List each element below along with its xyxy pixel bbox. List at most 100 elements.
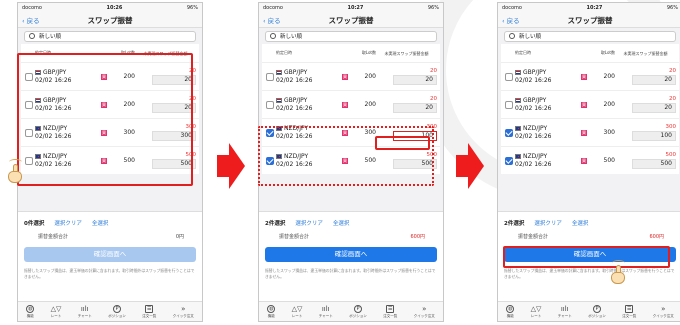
tab-item[interactable]: P ポジション: [588, 304, 606, 319]
tab-label: 機能: [267, 313, 275, 318]
transfer-amount-input[interactable]: 500: [393, 159, 437, 169]
position-row[interactable]: NZD/JPY 02/02 16:26 買 500 500 500: [262, 146, 440, 174]
position-row[interactable]: GBP/JPY 02/02 16:26 買 200 20 20: [21, 62, 199, 90]
page-title: スワップ振替: [328, 15, 374, 25]
tab-item[interactable]: P ポジション: [349, 304, 367, 319]
position-row[interactable]: NZD/JPY 02/02 16:26 買 500 500 500: [501, 146, 679, 174]
transfer-amount-input[interactable]: 20: [632, 75, 676, 85]
pair-cell: NZD/JPY 02/02 16:26: [515, 153, 575, 169]
transfer-amount-input[interactable]: 20: [152, 75, 196, 85]
unrealized-swap: 500: [185, 152, 197, 158]
position-row[interactable]: NZD/JPY 02/02 16:26 買 300 300 300: [21, 118, 199, 146]
row-checkbox[interactable]: [505, 72, 513, 81]
transfer-amount-input[interactable]: 20: [393, 103, 437, 113]
nav-bar: ‹ 戻る スワップ振替: [18, 13, 202, 28]
transfer-amount-input[interactable]: 20: [152, 103, 196, 113]
row-checkbox[interactable]: [266, 128, 274, 137]
transfer-amount-input[interactable]: 100: [393, 131, 437, 141]
tab-item[interactable]: ıılı チャート: [319, 305, 333, 319]
confirm-button[interactable]: 確認画面へ: [265, 247, 437, 262]
select-clear-link[interactable]: 選択クリア: [54, 219, 82, 227]
buy-badge: 買: [101, 73, 107, 80]
tab-label: チャート: [557, 313, 572, 318]
pair-name: NZD/JPY: [523, 152, 548, 160]
globe-icon: ◍: [267, 304, 276, 313]
unrealized-swap: 20: [189, 68, 196, 74]
position-row[interactable]: NZD/JPY 02/02 16:26 買 500 500 500: [21, 146, 199, 174]
confirm-button[interactable]: 確認画面へ: [504, 247, 676, 262]
position-row[interactable]: GBP/JPY 02/02 16:26 買 200 20 20: [501, 90, 679, 118]
total-label: 振替金額合計: [38, 234, 69, 240]
clock: 10:26: [106, 5, 123, 11]
select-clear-link[interactable]: 選択クリア: [295, 219, 323, 227]
tab-item[interactable]: ◍ 機能: [267, 304, 276, 319]
sort-select[interactable]: 新しい順: [24, 30, 196, 42]
position-row[interactable]: NZD/JPY 02/02 16:26 買 300 300 100: [262, 118, 440, 146]
nz-flag-icon: [35, 126, 41, 131]
position-row[interactable]: NZD/JPY 02/02 16:26 買 300 300 100: [501, 118, 679, 146]
gb-flag-icon: [515, 70, 521, 75]
sort-label: 新しい順: [519, 34, 542, 40]
row-checkbox[interactable]: [266, 72, 274, 81]
row-checkbox[interactable]: [25, 100, 33, 109]
row-checkbox[interactable]: [25, 156, 33, 165]
transfer-amount-input[interactable]: 100: [632, 131, 676, 141]
tab-item[interactable]: » クイック注文: [414, 305, 435, 319]
status-bar: docomo 10:27 96%: [259, 3, 443, 13]
select-all-link[interactable]: 全選択: [572, 219, 589, 227]
row-checkbox[interactable]: [266, 100, 274, 109]
row-checkbox[interactable]: [25, 128, 33, 137]
unrealized-swap: 300: [426, 124, 438, 130]
gb-flag-icon: [35, 70, 41, 75]
position-row[interactable]: GBP/JPY 02/02 16:26 買 200 20 20: [262, 62, 440, 90]
tab-item[interactable]: ıılı チャート: [558, 305, 572, 319]
tab-item[interactable]: » クイック注文: [173, 305, 194, 319]
tab-item[interactable]: » クイック注文: [653, 305, 674, 319]
confirm-button[interactable]: 確認画面へ: [24, 247, 196, 262]
lot-quantity: 500: [364, 157, 376, 164]
lot-quantity: 500: [123, 157, 135, 164]
tab-item[interactable]: P ポジション: [108, 304, 126, 319]
transfer-amount-input[interactable]: 500: [152, 159, 196, 169]
position-row[interactable]: GBP/JPY 02/02 16:26 買 200 20 20: [501, 62, 679, 90]
transfer-amount-input[interactable]: 500: [632, 159, 676, 169]
select-all-link[interactable]: 全選択: [333, 219, 350, 227]
position-row[interactable]: GBP/JPY 02/02 16:26 買 200 20 20: [21, 90, 199, 118]
back-button[interactable]: ‹ 戻る: [259, 15, 281, 25]
sort-select[interactable]: 新しい順: [265, 30, 437, 42]
transfer-amount-input[interactable]: 300: [152, 131, 196, 141]
buy-badge: 買: [101, 157, 107, 164]
tab-label: レート: [291, 313, 303, 318]
transfer-amount-input[interactable]: 20: [632, 103, 676, 113]
back-button[interactable]: ‹ 戻る: [498, 15, 520, 25]
tab-item[interactable]: △▽ レート: [531, 305, 542, 319]
tab-item[interactable]: ◍ 機能: [506, 304, 515, 319]
select-all-link[interactable]: 全選択: [92, 219, 109, 227]
row-checkbox[interactable]: [505, 100, 513, 109]
trade-date: 02/02 16:26: [276, 160, 313, 168]
row-checkbox[interactable]: [25, 72, 33, 81]
position-row[interactable]: GBP/JPY 02/02 16:26 買 200 20 20: [262, 90, 440, 118]
carrier-label: docomo: [502, 5, 522, 11]
trade-date: 02/02 16:26: [515, 76, 552, 84]
quick-order-icon: »: [422, 304, 427, 313]
back-button[interactable]: ‹ 戻る: [18, 15, 40, 25]
tab-item[interactable]: △▽ レート: [51, 305, 62, 319]
order-list-icon: ☰: [625, 304, 634, 313]
row-checkbox[interactable]: [505, 156, 513, 165]
tab-item[interactable]: ☰ 注文一覧: [622, 304, 636, 319]
header-swap: 未実現スワップ振替金額: [143, 50, 188, 56]
header-product: 約定日時: [515, 50, 531, 55]
row-checkbox[interactable]: [505, 128, 513, 137]
swap-cell: 300 300: [135, 124, 196, 141]
transfer-amount-input[interactable]: 20: [393, 75, 437, 85]
tab-item[interactable]: ◍ 機能: [26, 304, 35, 319]
quick-order-icon: »: [661, 304, 666, 313]
row-checkbox[interactable]: [266, 156, 274, 165]
tab-item[interactable]: ☰ 注文一覧: [142, 304, 156, 319]
tab-item[interactable]: ıılı チャート: [78, 305, 92, 319]
sort-select[interactable]: 新しい順: [504, 30, 676, 42]
tab-item[interactable]: △▽ レート: [292, 305, 303, 319]
select-clear-link[interactable]: 選択クリア: [534, 219, 562, 227]
tab-item[interactable]: ☰ 注文一覧: [383, 304, 397, 319]
